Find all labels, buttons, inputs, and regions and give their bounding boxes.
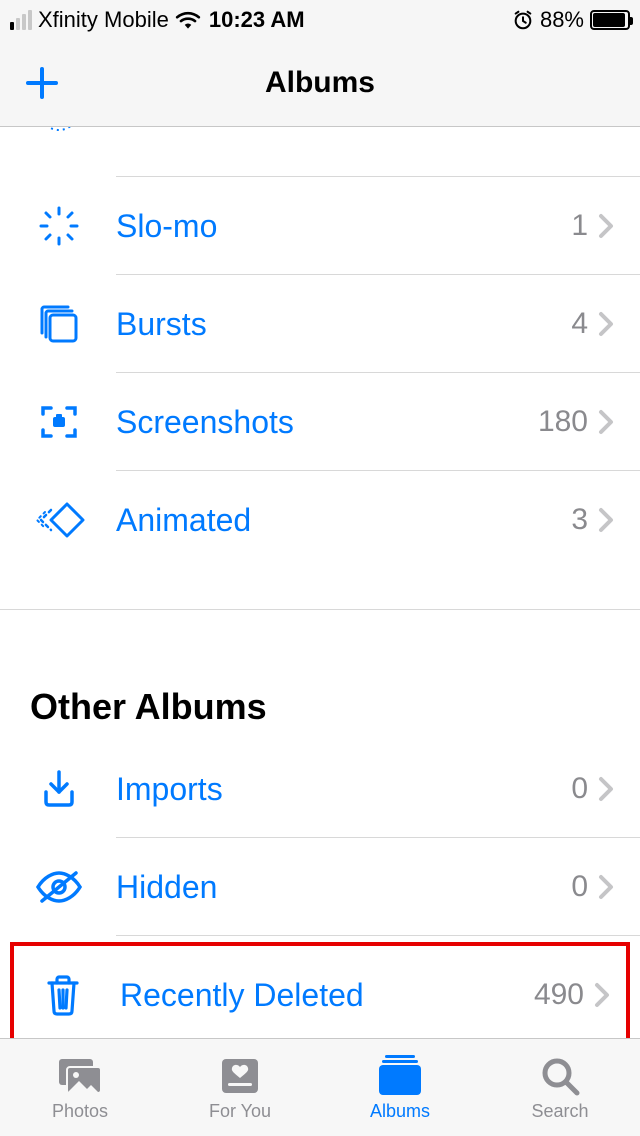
row-count: 0 — [571, 870, 588, 904]
status-right: 88% — [512, 7, 630, 33]
tab-albums[interactable]: Albums — [320, 1039, 480, 1136]
battery-pct: 88% — [540, 7, 584, 33]
for-you-icon — [218, 1053, 262, 1097]
row-label: Slo-mo — [88, 208, 571, 245]
content-scroll[interactable]: Live Photos 21 Slo-mo 1 — [0, 127, 640, 1038]
chevron-right-icon — [598, 311, 614, 337]
page-title: Albums — [265, 66, 375, 100]
signal-icon — [10, 10, 32, 30]
row-label: Recently Deleted — [92, 977, 534, 1014]
row-count: 180 — [538, 405, 588, 439]
row-count: 4 — [571, 307, 588, 341]
tab-search[interactable]: Search — [480, 1039, 640, 1136]
screenshots-icon — [30, 400, 88, 444]
highlight-recently-deleted: Recently Deleted 490 — [10, 942, 630, 1038]
row-label: Hidden — [88, 869, 571, 906]
row-label: Animated — [88, 502, 571, 539]
row-screenshots[interactable]: Screenshots 180 — [0, 373, 640, 471]
tab-bar: Photos For You Albums Sear — [0, 1038, 640, 1136]
row-label: Imports — [88, 771, 571, 808]
nav-bar: Albums — [0, 40, 640, 127]
section-other-albums: Other Albums — [0, 610, 640, 740]
row-label: Screenshots — [88, 404, 538, 441]
row-count: 0 — [571, 772, 588, 806]
tab-label: Photos — [52, 1101, 108, 1122]
plus-icon — [22, 63, 62, 103]
status-bar: Xfinity Mobile 10:23 AM 88% — [0, 0, 640, 40]
row-bursts[interactable]: Bursts 4 — [0, 275, 640, 373]
status-time: 10:23 AM — [201, 7, 512, 33]
row-live-photos[interactable]: Live Photos 21 — [0, 127, 640, 177]
photos-icon — [55, 1053, 105, 1097]
animated-icon — [30, 498, 88, 542]
chevron-right-icon — [598, 213, 614, 239]
tab-label: Search — [531, 1101, 588, 1122]
chevron-right-icon — [598, 776, 614, 802]
chevron-right-icon — [594, 982, 610, 1008]
alarm-icon — [512, 9, 534, 31]
row-animated[interactable]: Animated 3 — [0, 471, 640, 569]
chevron-right-icon — [598, 409, 614, 435]
bursts-icon — [30, 301, 88, 347]
tab-label: For You — [209, 1101, 271, 1122]
row-count: 490 — [534, 978, 584, 1012]
row-slomo[interactable]: Slo-mo 1 — [0, 177, 640, 275]
row-count: 3 — [571, 503, 588, 537]
battery-icon — [590, 10, 630, 30]
row-count: 1 — [571, 209, 588, 243]
hidden-icon — [30, 867, 88, 907]
chevron-right-icon — [598, 507, 614, 533]
row-label: Bursts — [88, 306, 571, 343]
row-recently-deleted[interactable]: Recently Deleted 490 — [14, 946, 626, 1038]
chevron-right-icon — [598, 874, 614, 900]
tab-for-you[interactable]: For You — [160, 1039, 320, 1136]
tab-label: Albums — [370, 1101, 430, 1122]
carrier-label: Xfinity Mobile — [38, 7, 169, 33]
row-imports[interactable]: Imports 0 — [0, 740, 640, 838]
trash-icon — [34, 973, 92, 1017]
imports-icon — [30, 768, 88, 810]
row-hidden[interactable]: Hidden 0 — [0, 838, 640, 936]
tab-photos[interactable]: Photos — [0, 1039, 160, 1136]
status-left: Xfinity Mobile — [10, 7, 201, 33]
wifi-icon — [175, 10, 201, 30]
live-photos-icon — [30, 127, 88, 133]
slomo-icon — [30, 204, 88, 248]
search-icon — [539, 1053, 581, 1097]
add-button[interactable] — [22, 63, 62, 103]
albums-icon — [375, 1053, 425, 1097]
